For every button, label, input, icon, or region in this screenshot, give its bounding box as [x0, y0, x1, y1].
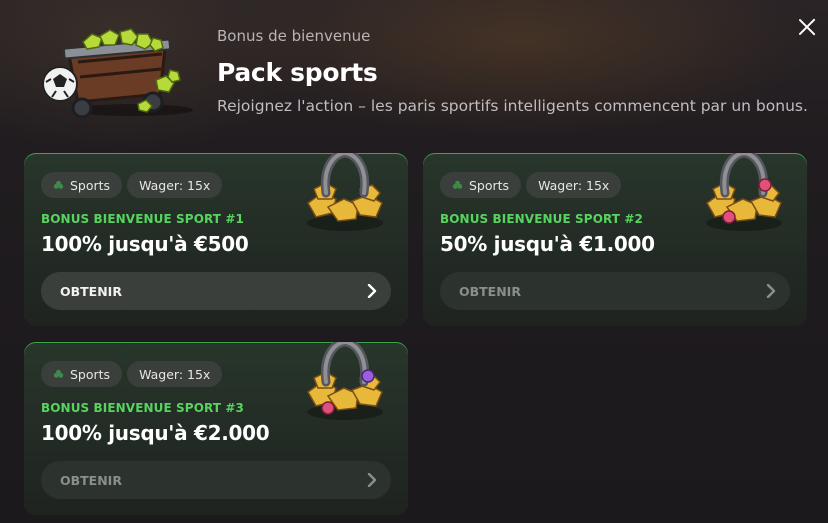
obtenir-button[interactable]: OBTENIR — [41, 461, 391, 499]
obtenir-button-label: OBTENIR — [60, 472, 122, 488]
chevron-right-icon — [367, 473, 377, 487]
sports-tag-label: Sports — [70, 366, 111, 382]
bonus-label: BONUS BIENVENUE SPORT #1 — [41, 212, 244, 226]
wager-tag: Wager: 15x — [526, 172, 622, 198]
page-title: Pack sports — [217, 58, 378, 87]
bonus-card-3: Sports Wager: 15x BONUS BIENVENUE SPORT … — [24, 342, 408, 515]
close-icon[interactable] — [796, 16, 818, 38]
sports-tag-label: Sports — [70, 177, 111, 193]
obtenir-button-label: OBTENIR — [60, 283, 122, 299]
obtenir-button-label: OBTENIR — [459, 283, 521, 299]
bonus-card-1: Sports Wager: 15x BONUS BIENVENUE SPORT … — [24, 153, 408, 326]
sports-tag: Sports — [41, 172, 123, 198]
sports-tag-label: Sports — [469, 177, 510, 193]
chevron-right-icon — [367, 284, 377, 298]
sports-tag: Sports — [41, 361, 123, 387]
chevron-right-icon — [766, 284, 776, 298]
obtenir-button[interactable]: OBTENIR — [41, 272, 391, 310]
wager-tag: Wager: 15x — [127, 172, 223, 198]
obtenir-button[interactable]: OBTENIR — [440, 272, 790, 310]
horseshoe-gold-icon — [307, 153, 383, 231]
bonus-amount: 100% jusqu'à €500 — [41, 232, 249, 256]
mine-cart-illustration — [42, 28, 193, 118]
eyebrow-text: Bonus de bienvenue — [217, 27, 371, 45]
wager-tag-label: Wager: 15x — [538, 177, 610, 193]
clover-icon — [53, 369, 64, 378]
wager-tag: Wager: 15x — [127, 361, 223, 387]
wager-tag-label: Wager: 15x — [139, 177, 211, 193]
clover-icon — [452, 180, 463, 189]
horseshoe-gems-icon — [307, 342, 383, 420]
sports-tag: Sports — [440, 172, 522, 198]
bonus-label: BONUS BIENVENUE SPORT #2 — [440, 212, 643, 226]
wager-tag-label: Wager: 15x — [139, 366, 211, 382]
clover-icon — [53, 180, 64, 189]
bonus-amount: 50% jusqu'à €1.000 — [440, 232, 655, 256]
bonus-amount: 100% jusqu'à €2.000 — [41, 421, 270, 445]
bonus-label: BONUS BIENVENUE SPORT #3 — [41, 401, 244, 415]
page-subtitle: Rejoignez l'action – les paris sportifs … — [217, 97, 808, 115]
bonus-card-2: Sports Wager: 15x BONUS BIENVENUE SPORT … — [423, 153, 807, 326]
horseshoe-gems-icon — [706, 153, 782, 231]
